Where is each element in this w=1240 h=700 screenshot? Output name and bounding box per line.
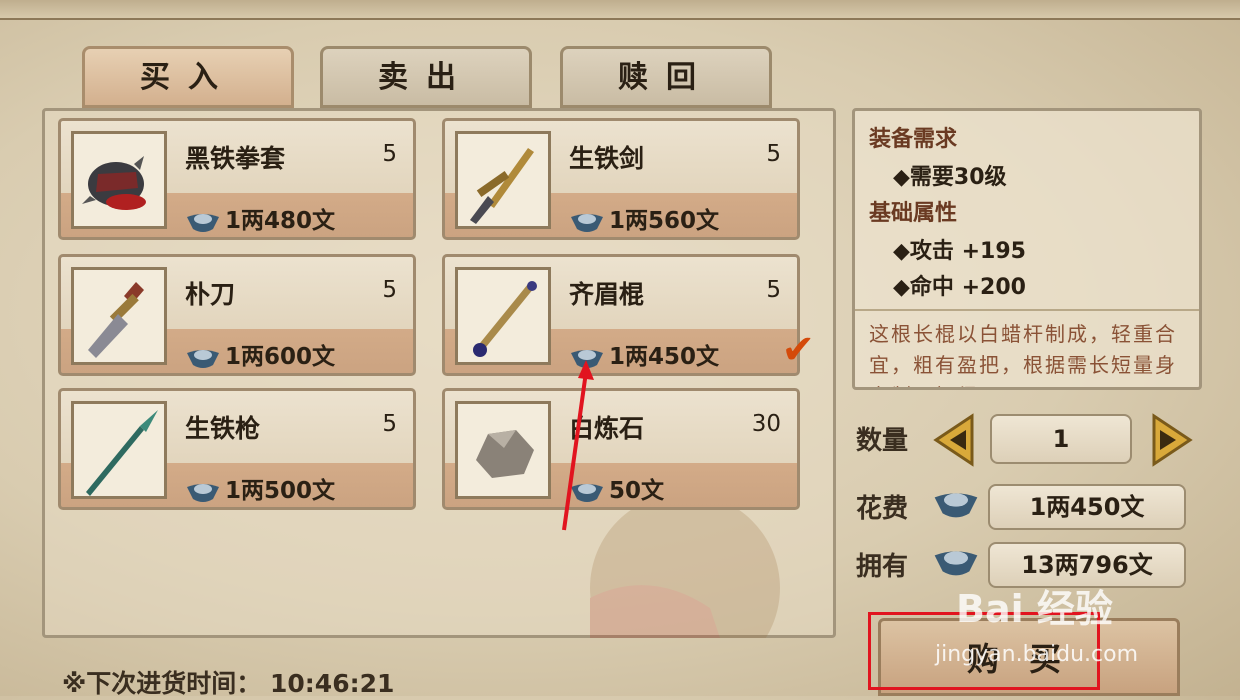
item-quantity: 5 [382,411,397,437]
watermark-url: jingyan.baidu.com [935,642,1139,667]
cost-label: 花费 [856,494,909,524]
item-card[interactable]: 生铁剑 5 1两560文 [442,118,800,240]
price-text: 1两500文 [225,478,336,504]
refining-stone-icon [455,401,551,499]
attributes-heading: 基础属性 [869,201,958,226]
item-card-selected[interactable]: 齐眉棍 5 1两450文 ✔ [442,254,815,376]
item-card[interactable]: 黑铁拳套 5 1两480文 [58,118,416,240]
item-name: 黑铁拳套 [185,144,286,173]
baidu-watermark: Bai 经验 [956,587,1113,631]
attribute-accuracy: ◆命中 +200 [893,275,1026,300]
tab-buy[interactable]: 买入 [82,46,294,108]
price-text: 1两560文 [609,208,720,234]
price-text: 50文 [609,478,665,504]
checkmark-icon: ✔ [781,327,815,373]
item-card[interactable]: 朴刀 5 1两600文 [58,254,416,376]
price-text: 1两450文 [609,344,720,370]
item-price: 1两480文 [185,201,335,235]
iron-sword-icon [455,131,551,229]
window-top-frame [0,0,1240,20]
staff-icon [455,267,551,365]
annotation-arrow-icon [562,360,594,531]
divider [855,309,1199,311]
requirement-text: ◆需要30级 [893,165,1007,190]
item-name: 朴刀 [185,280,236,309]
increase-arrow-icon[interactable] [1138,412,1194,468]
item-details-panel[interactable]: 装备需求 ◆需要30级 基础属性 ◆攻击 +195 ◆命中 +200 这根长棍以… [852,108,1202,390]
item-quantity: 5 [766,141,781,167]
item-card[interactable]: 白炼石 30 50文 [442,388,800,510]
broadsword-icon [71,267,167,365]
silver-ingot-icon [187,213,219,232]
silver-ingot-icon [934,551,978,576]
item-name: 生铁枪 [185,414,261,443]
item-quantity: 5 [382,277,397,303]
iron-gauntlet-icon [71,131,167,229]
silver-ingot-icon [571,213,603,232]
attribute-attack: ◆攻击 +195 [893,239,1026,264]
tab-sell[interactable]: 卖出 [320,46,532,108]
item-quantity: 30 [751,411,781,437]
decrease-arrow-icon[interactable] [932,412,988,468]
item-price: 1两600文 [185,337,335,371]
item-price: 1两560文 [569,201,719,235]
requirement-heading: 装备需求 [869,127,958,152]
owned-label: 拥有 [856,552,909,582]
price-text: 1两600文 [225,344,336,370]
item-description: 这根长棍以白蜡杆制成，轻重合宜，粗有盈把，根据需长短量身定制，好得 [869,322,1177,387]
silver-ingot-icon [187,349,219,368]
restock-timer: ※下次进货时间： 10:46:21 [62,669,395,698]
tab-redeem[interactable]: 赎回 [560,46,772,108]
item-card[interactable]: 生铁枪 5 1两500文 [58,388,416,510]
spear-icon [71,401,167,499]
item-name: 生铁剑 [569,144,645,173]
price-text: 1两480文 [225,208,336,234]
item-quantity: 5 [766,277,781,303]
quantity-label: 数量 [856,426,909,456]
item-price: 1两500文 [185,471,335,505]
silver-ingot-icon [934,493,978,518]
item-quantity: 5 [382,141,397,167]
item-name: 齐眉棍 [569,280,645,309]
quantity-input[interactable]: 1 [990,414,1132,464]
cost-value: 1两450文 [988,484,1186,530]
silver-ingot-icon [187,483,219,502]
